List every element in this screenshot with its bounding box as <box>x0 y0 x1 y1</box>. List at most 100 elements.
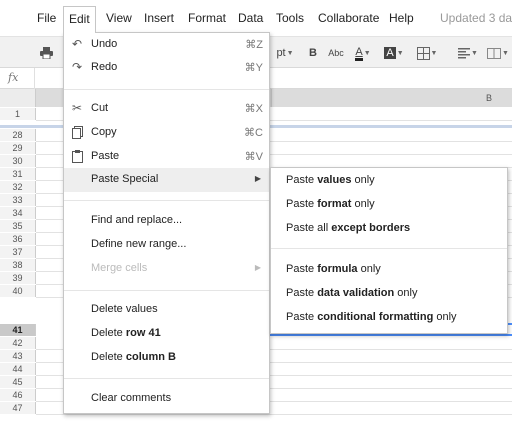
bold-button[interactable]: B <box>305 43 321 63</box>
column-header-b[interactable]: B <box>272 89 512 107</box>
menu-data[interactable]: Data <box>238 11 263 25</box>
menu-item-clear-comments[interactable]: Clear comments <box>64 387 269 411</box>
merge-cells-icon <box>487 47 502 59</box>
label-suffix: only <box>351 174 375 186</box>
menu-item-label: Paste data validation only <box>286 287 417 299</box>
row-header[interactable]: 38 <box>0 259 36 271</box>
print-icon[interactable] <box>38 43 54 63</box>
menu-item-cut[interactable]: ✂ Cut ⌘X <box>64 97 269 121</box>
row-header[interactable]: 39 <box>0 272 36 284</box>
menu-separator <box>64 290 269 291</box>
menu-collaborate[interactable]: Collaborate <box>318 11 379 25</box>
menu-item-merge-cells: Merge cells ▶ <box>64 257 269 281</box>
row-header[interactable]: 32 <box>0 181 36 193</box>
menu-item-paste[interactable]: Paste ⌘V <box>64 145 269 169</box>
menu-item-copy[interactable]: Copy ⌘C <box>64 121 269 145</box>
menu-item-label: Paste formula only <box>286 263 381 275</box>
menu-item-find-replace[interactable]: Find and replace... <box>64 209 269 233</box>
text-color-button[interactable]: A ▼ <box>350 43 376 63</box>
submenu-item-paste-except-borders[interactable]: Paste all except borders <box>271 217 507 241</box>
row-header[interactable]: 42 <box>0 337 36 349</box>
submenu-arrow-icon: ▶ <box>254 263 261 272</box>
menu-tools[interactable]: Tools <box>276 11 304 25</box>
row-header[interactable]: 44 <box>0 363 36 375</box>
edit-menu: ↶ Undo ⌘Z ↷ Redo ⌘Y ✂ Cut ⌘X Copy ⌘C Pas… <box>63 32 270 414</box>
row-header[interactable]: 29 <box>0 142 36 154</box>
label-emphasis: data validation <box>317 287 395 299</box>
row-header[interactable]: 33 <box>0 194 36 206</box>
submenu-item-paste-conditional-formatting[interactable]: Paste conditional formatting only <box>271 306 507 330</box>
font-size-dropdown[interactable]: pt ▼ <box>272 43 298 63</box>
menu-separator <box>64 89 269 90</box>
menu-format[interactable]: Format <box>188 11 226 25</box>
chevron-down-icon: ▼ <box>286 49 294 57</box>
menu-item-label: Delete row 41 <box>91 327 161 339</box>
menu-item-label: Paste values only <box>286 174 375 186</box>
save-status: Updated 3 day <box>440 11 512 25</box>
row-header[interactable]: 30 <box>0 155 36 167</box>
submenu-item-paste-values[interactable]: Paste values only <box>271 169 507 193</box>
chevron-down-icon: ▼ <box>396 49 404 57</box>
row-header[interactable]: 34 <box>0 207 36 219</box>
menu-separator <box>64 378 269 379</box>
label-prefix: Paste <box>286 198 318 210</box>
label-emphasis: column B <box>125 351 176 363</box>
submenu-item-paste-formula[interactable]: Paste formula only <box>271 258 507 282</box>
row-header[interactable]: 40 <box>0 285 36 297</box>
undo-icon: ↶ <box>71 37 83 51</box>
submenu-item-paste-format[interactable]: Paste format only <box>271 193 507 217</box>
label-prefix: Delete <box>91 351 126 363</box>
menu-item-define-range[interactable]: Define new range... <box>64 233 269 257</box>
row-header[interactable]: 31 <box>0 168 36 180</box>
fill-color-icon: A <box>384 47 396 59</box>
row-header[interactable]: 47 <box>0 402 36 414</box>
menu-item-label: Paste conditional formatting only <box>286 311 457 323</box>
row-header[interactable]: 43 <box>0 350 36 362</box>
label-prefix: Paste <box>286 174 318 186</box>
menu-help[interactable]: Help <box>389 11 414 25</box>
row-header-selected[interactable]: 41 <box>0 324 36 336</box>
column-header-label: B <box>486 93 493 103</box>
row-header[interactable]: 45 <box>0 376 36 388</box>
align-button[interactable]: ▼ <box>455 43 481 63</box>
fx-icon: fx <box>8 71 19 84</box>
menu-item-delete-row[interactable]: Delete row 41 <box>64 322 269 346</box>
menu-view[interactable]: View <box>106 11 132 25</box>
menu-item-paste-special[interactable]: Paste Special ▶ <box>64 168 269 192</box>
select-all-corner[interactable] <box>0 89 36 107</box>
clipboard-icon <box>70 149 84 163</box>
menu-item-label: Redo <box>91 61 118 73</box>
borders-button[interactable]: ▼ <box>413 43 441 63</box>
label-emphasis: formula <box>317 263 358 275</box>
menu-item-label: Find and replace... <box>91 214 183 226</box>
menu-item-redo[interactable]: ↷ Redo ⌘Y <box>64 56 269 80</box>
copy-icon <box>70 125 84 139</box>
scissors-icon: ✂ <box>71 101 83 115</box>
menu-file[interactable]: File <box>37 11 56 25</box>
label-suffix: only <box>394 287 418 299</box>
align-left-icon <box>458 47 471 58</box>
row-header[interactable]: 46 <box>0 389 36 401</box>
menu-edit[interactable]: Edit <box>63 6 96 33</box>
menu-item-delete-column[interactable]: Delete column B <box>64 346 269 370</box>
menu-separator <box>64 200 269 201</box>
menu-item-undo[interactable]: ↶ Undo ⌘Z <box>64 33 269 57</box>
menu-insert[interactable]: Insert <box>144 11 174 25</box>
row-header[interactable]: 28 <box>0 129 36 141</box>
merge-button[interactable]: ▼ <box>485 43 511 63</box>
row-header[interactable]: 37 <box>0 246 36 258</box>
redo-icon: ↷ <box>71 60 83 74</box>
submenu-item-paste-data-validation[interactable]: Paste data validation only <box>271 282 507 306</box>
menu-item-label: Define new range... <box>91 238 187 250</box>
chevron-down-icon: ▼ <box>363 49 371 57</box>
strikethrough-button[interactable]: Abc <box>325 43 347 63</box>
row-header[interactable]: 35 <box>0 220 36 232</box>
label-suffix: only <box>351 198 375 210</box>
row-header[interactable]: 1 <box>0 108 36 120</box>
menu-separator <box>271 248 507 249</box>
fill-color-button[interactable]: A ▼ <box>381 43 407 63</box>
menu-bar: File Edit View Insert Format Data Tools … <box>0 0 512 36</box>
row-header[interactable]: 36 <box>0 233 36 245</box>
menu-item-label: Undo <box>91 38 118 50</box>
menu-item-delete-values[interactable]: Delete values <box>64 298 269 322</box>
